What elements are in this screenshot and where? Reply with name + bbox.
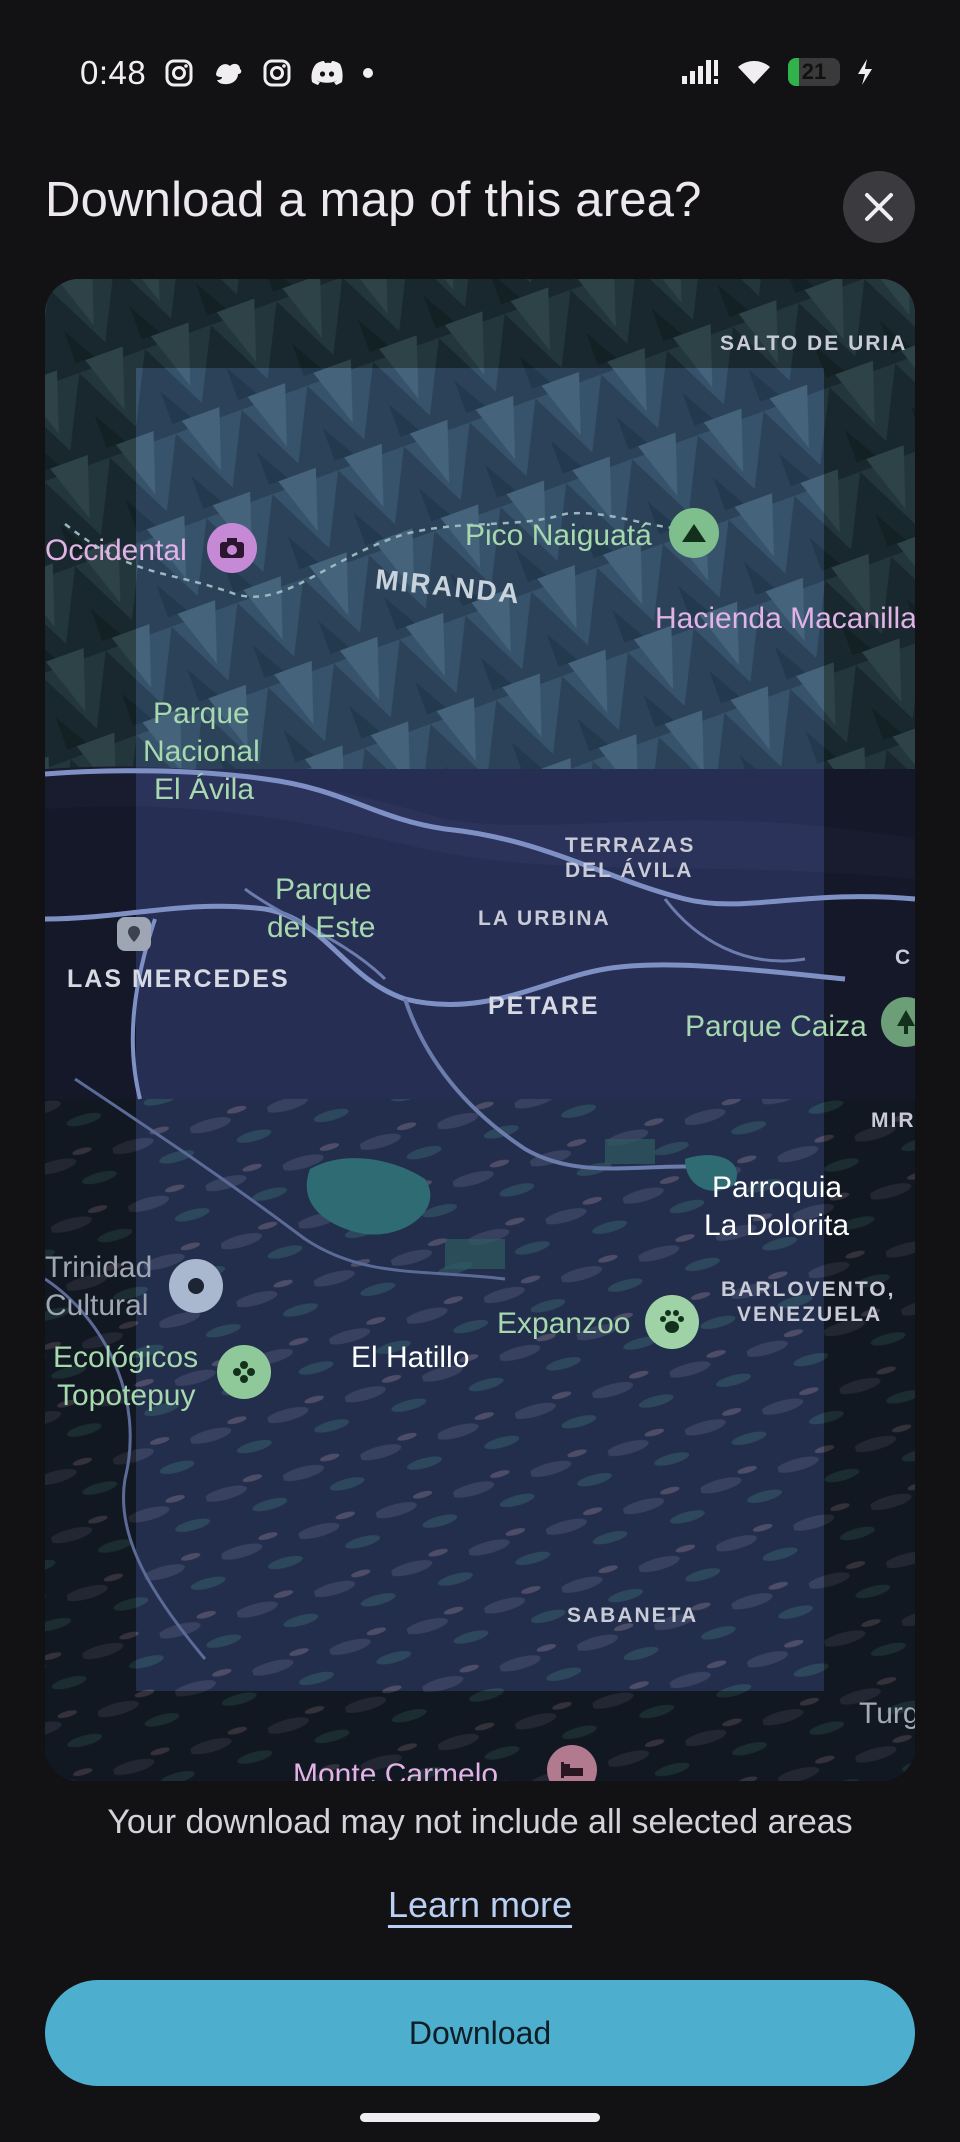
map-preview[interactable]: SALTO DE URIA Occidental Pico Naiguatá M…	[45, 279, 915, 1781]
home-indicator[interactable]	[360, 2113, 600, 2122]
map-label-turg: Turg	[859, 1697, 915, 1730]
map-label-parque-este-2: del Este	[267, 911, 376, 944]
system-icons: 21	[680, 58, 874, 86]
map-label-barlovento-2: VENEZUELA	[737, 1303, 883, 1326]
bird-icon	[216, 63, 242, 85]
tree-icon	[897, 1010, 915, 1034]
signal-icon	[682, 60, 718, 84]
map-label-sabaneta: SABANETA	[567, 1604, 699, 1627]
status-bar: 0:48 21	[0, 0, 960, 150]
gray-pin-icon[interactable]	[117, 917, 151, 951]
map-label-parroquia-2: La Dolorita	[704, 1209, 850, 1242]
map-label-parque-caiza: Parque Caiza	[685, 1010, 867, 1043]
flower-pin-icon[interactable]	[217, 1345, 271, 1399]
map-label-parque-nacional-3: El Ávila	[154, 773, 255, 806]
paw-icon	[660, 1310, 684, 1333]
wifi-icon	[738, 61, 770, 84]
map-label-parque-este-1: Parque	[275, 873, 372, 906]
bed-icon	[561, 1762, 583, 1778]
map-label-trinidad-1: Trinidad	[45, 1251, 153, 1284]
map-label-terrazas-1: TERRAZAS	[565, 834, 696, 857]
paw-pin-icon[interactable]	[645, 1295, 699, 1349]
close-icon	[865, 193, 893, 221]
map-label-salto-de-uria: SALTO DE URIA	[720, 332, 908, 355]
dot-icon	[363, 68, 373, 78]
marker-icon	[128, 926, 140, 942]
map-label-hacienda: Hacienda Macanilla	[655, 602, 915, 635]
camera-icon	[220, 538, 244, 558]
download-button[interactable]: Download	[45, 1980, 915, 2086]
map-label-parroquia-1: Parroquia	[712, 1171, 843, 1204]
map-label-terrazas-2: DEL ÁVILA	[565, 859, 694, 882]
map-label-parque-nacional-2: Nacional	[143, 735, 260, 768]
mountain-pin-icon[interactable]	[669, 508, 719, 558]
charging-icon	[858, 59, 872, 85]
map-label-expanzoo: Expanzoo	[497, 1307, 631, 1340]
camera-pin-icon[interactable]	[207, 523, 257, 573]
mountain-icon	[682, 524, 706, 542]
map-label-ecologicos-1: Ecológicos	[53, 1341, 199, 1374]
instagram-icon	[165, 59, 193, 87]
location-pin-icon[interactable]	[169, 1259, 223, 1313]
map-label-barlovento-1: BARLOVENTO,	[721, 1278, 896, 1301]
map-label-la-urbina: LA URBINA	[478, 907, 611, 930]
map-label-parque-nacional-1: Parque	[153, 697, 250, 730]
map-label-c: C	[895, 946, 913, 969]
map-label-petare: PETARE	[488, 992, 600, 1020]
map-label-las-mercedes: LAS MERCEDES	[67, 965, 290, 993]
battery-level: 21	[801, 59, 827, 84]
flower-icon	[233, 1361, 255, 1383]
map-label-el-hatillo: El Hatillo	[351, 1341, 470, 1374]
notification-icons	[164, 58, 374, 88]
dialog-title: Download a map of this area?	[45, 173, 702, 227]
download-notice: Your download may not include all select…	[107, 1803, 853, 1841]
map-label-mira: MIRA	[871, 1109, 915, 1132]
learn-more-link[interactable]: Learn more	[0, 1884, 960, 1926]
dot-marker-icon	[188, 1278, 204, 1294]
map-label-monte-carmelo: Monte Carmelo	[293, 1758, 499, 1781]
battery-fill	[788, 58, 799, 86]
discord-icon	[311, 61, 343, 85]
battery-icon: 21	[788, 58, 840, 86]
map-label-pico-naiguata: Pico Naiguatá	[465, 519, 652, 552]
map-label-trinidad-2: Cultural	[45, 1289, 149, 1322]
map-label-occidental: Occidental	[45, 534, 187, 567]
map-label-ecologicos-2: Topotepuy	[57, 1379, 196, 1412]
instagram-icon	[263, 59, 291, 87]
status-time: 0:48	[80, 54, 147, 91]
close-button[interactable]	[843, 171, 915, 243]
